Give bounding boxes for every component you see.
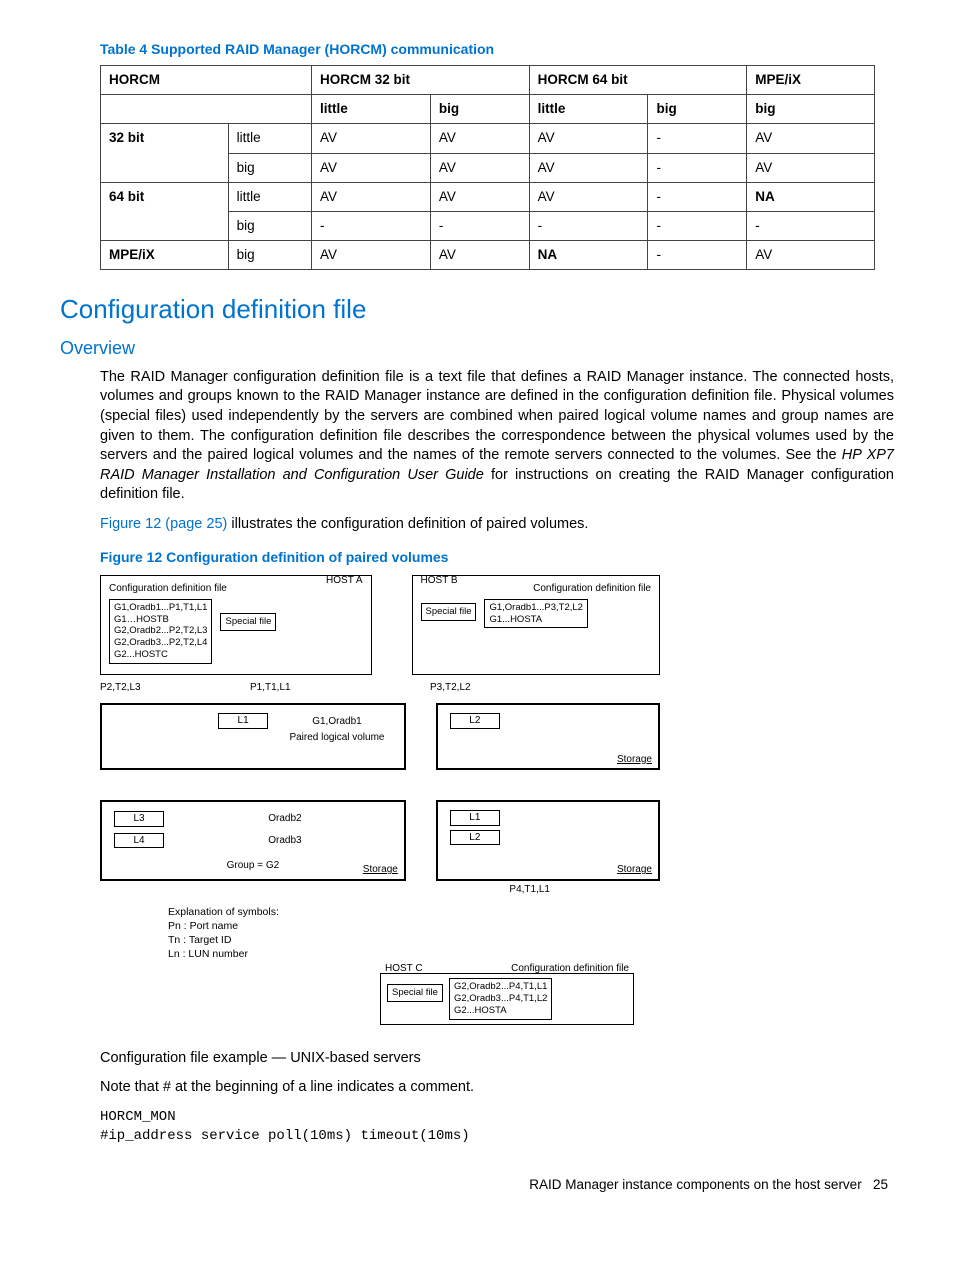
lun-l2b: L2 [450,830,500,846]
symbols-tn: Tn : Target ID [168,933,279,947]
host-b-label: HOST B [421,574,458,588]
storage-label-3: Storage [617,863,652,877]
table-row: 32 bit little AV AV AV - AV [101,124,875,153]
lun-l1: L1 [218,713,268,729]
storage-block-2: L2 Storage [436,703,660,770]
table-header-row-1: HORCM HORCM 32 bit HORCM 64 bit MPE/iX [101,65,875,94]
host-a-special-file: Special file [220,613,276,631]
section-heading: Configuration definition file [60,292,894,327]
symbols-pn: Pn : Port name [168,919,279,933]
host-c-cfg-title: Configuration definition file [511,962,629,976]
host-c-cfg-lines: G2,Oradb2...P4,T1,L1 G2,Oradb3...P4,T1,L… [449,978,552,1020]
host-a-label: HOST A [326,574,363,588]
example-heading: Configuration file example — UNIX-based … [100,1049,894,1069]
g1-label: G1,Oradb1 [278,715,396,729]
host-c-special-file: Special file [387,984,443,1002]
figure-ref-link[interactable]: Figure 12 (page 25) [100,516,227,532]
figure-12-diagram: HOST A Configuration definition file G1,… [100,575,660,1025]
para2-rest: illustrates the configuration definition… [227,516,588,532]
storage-block-4: L1 L2 Storage [436,800,660,881]
paragraph-2: Figure 12 (page 25) illustrates the conf… [100,515,894,535]
example-note: Note that # at the beginning of a line i… [100,1078,894,1098]
th-mpeix: MPE/iX [747,65,875,94]
host-c-label: HOST C [385,962,423,976]
storage-block-1: L1 G1,Oradb1 Paired logical volume [100,703,406,770]
host-a-block: HOST A Configuration definition file G1,… [100,575,372,675]
table-row: MPE/iX big AV AV NA - AV [101,241,875,270]
th-big2: big [648,95,747,124]
host-a-cfg-lines: G1,Oradb1...P1,T1,L1 G1…HOSTB G2,Oradb2.… [109,599,212,664]
host-b-special-file: Special file [421,603,477,621]
subsection-heading: Overview [60,336,894,360]
para1-text-a: The RAID Manager configuration definitio… [100,369,894,463]
lun-l4: L4 [114,833,164,849]
oradb2-label: Oradb2 [174,812,396,826]
host-c-block: HOST C Configuration definition file Spe… [380,973,634,1025]
table-header-row-2: little big little big big [101,95,875,124]
lun-l1b: L1 [450,810,500,826]
page-footer: RAID Manager instance components on the … [60,1176,894,1194]
oradb3-label: Oradb3 [174,834,396,848]
storage-block-3: L3 Oradb2 L4 Oradb3 Group = G2 Storage [100,800,406,881]
port-p4-label: P4,T1,L1 [509,883,550,897]
th-horcm: HORCM [101,65,312,94]
lun-l3: L3 [114,811,164,827]
storage-label-1: Storage [617,753,652,767]
th-little2: little [529,95,648,124]
symbols-title: Explanation of symbols: [168,905,279,919]
th-big1: big [430,95,529,124]
plv-label: Paired logical volume [278,731,396,745]
host-a-cfg-title: Configuration definition file [109,582,363,596]
th-horcm64: HORCM 64 bit [529,65,747,94]
port-p2-label: P2,T2,L3 [100,681,141,695]
storage-label-2: Storage [363,863,398,877]
symbols-legend: Explanation of symbols: Pn : Port name T… [168,905,279,962]
paragraph-1: The RAID Manager configuration definitio… [100,368,894,505]
horcm-table: HORCM HORCM 32 bit HORCM 64 bit MPE/iX l… [100,65,875,271]
th-horcm32: HORCM 32 bit [312,65,530,94]
group-label: Group = G2 [110,859,396,873]
code-block: HORCM_MON #ip_address service poll(10ms)… [100,1108,894,1146]
figure-caption: Figure 12 Configuration definition of pa… [100,548,894,567]
host-b-block: HOST B Configuration definition file Spe… [412,575,660,675]
host-b-cfg-lines: G1,Oradb1...P3,T2,L2 G1...HOSTA [484,599,587,629]
port-p3-label: P3,T2,L2 [430,681,471,695]
table-caption: Table 4 Supported RAID Manager (HORCM) c… [100,40,894,59]
lun-l2: L2 [450,713,500,729]
port-p1-label: P1,T1,L1 [250,681,291,695]
table-row: 64 bit little AV AV AV - NA [101,182,875,211]
footer-text: RAID Manager instance components on the … [529,1177,861,1192]
th-little1: little [312,95,431,124]
footer-page-number: 25 [873,1177,888,1192]
symbols-ln: Ln : LUN number [168,947,279,961]
th-big3: big [747,95,875,124]
